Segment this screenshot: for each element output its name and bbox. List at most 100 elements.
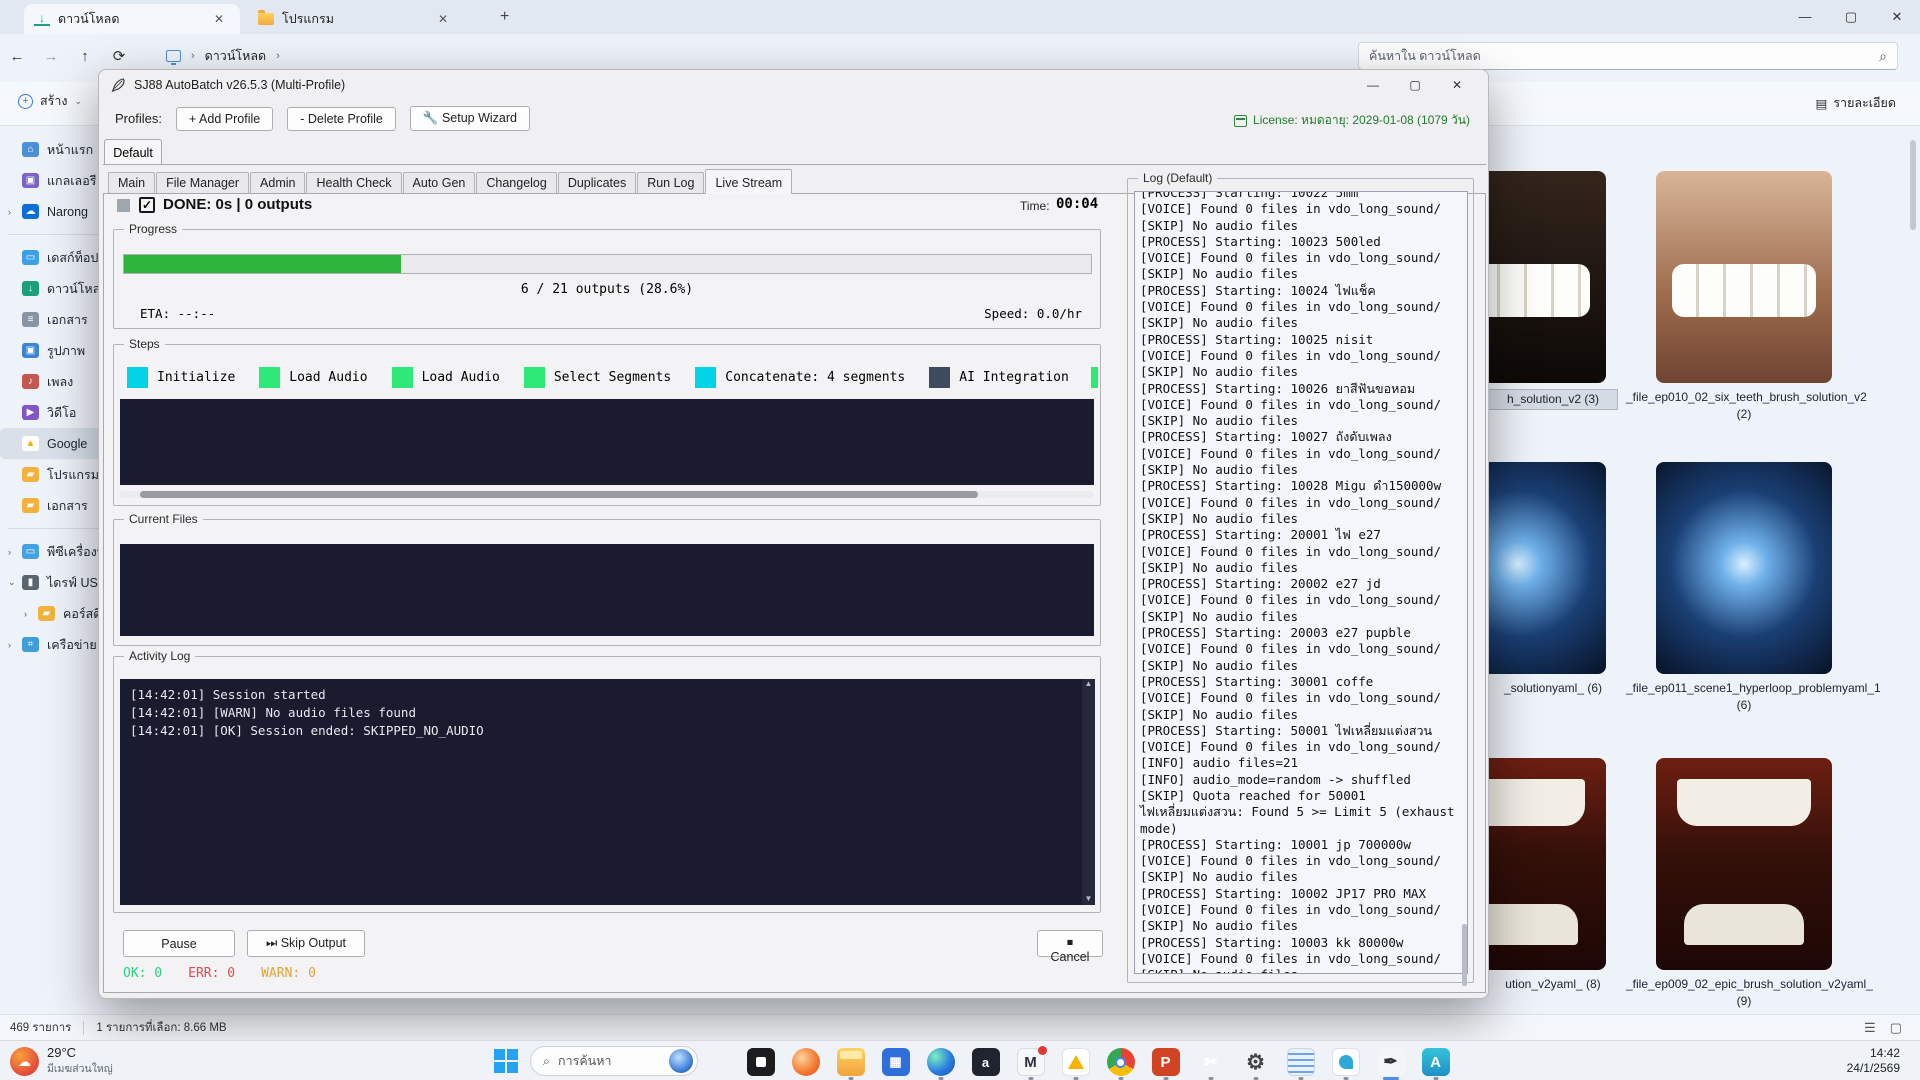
start-button[interactable]: [494, 1049, 518, 1073]
explorer-search-input[interactable]: ค้นหาใน ดาวน์โหลด ⌕: [1358, 42, 1898, 70]
photos-icon[interactable]: [747, 1048, 775, 1076]
file-explorer-icon[interactable]: [837, 1048, 865, 1076]
scrollbar-thumb[interactable]: [140, 491, 978, 498]
sidebar-item-this-pc[interactable]: ›▭พีซีเครื่องนี้: [0, 536, 114, 567]
close-icon[interactable]: ✕: [432, 10, 454, 28]
sidebar-item-network[interactable]: ›⌗เครือข่าย: [0, 629, 114, 660]
autobatch-title-bar[interactable]: SJ88 AutoBatch v26.5.3 (Multi-Profile) —…: [99, 70, 1488, 100]
taskbar-search[interactable]: ⌕ การค้นหา: [530, 1046, 698, 1076]
steps-h-scrollbar[interactable]: [120, 491, 1094, 498]
tab-file-manager[interactable]: File Manager: [156, 172, 249, 194]
breadcrumb[interactable]: › ดาวน์โหลด ›: [166, 46, 280, 66]
sidebar-item-gallery[interactable]: ▣แกลเลอรี: [0, 165, 114, 196]
file-label[interactable]: ution_v2yaml_ (8): [1488, 976, 1618, 993]
sidebar-item-onedrive[interactable]: ›☁Narong: [0, 196, 114, 227]
log-list[interactable]: [PROCESS] Starting: 10022 5mm[VOICE] Fou…: [1134, 191, 1468, 974]
file-label[interactable]: _solutionyaml_ (6): [1488, 680, 1618, 697]
sidebar-item-folder[interactable]: ▰โปรแกรม: [0, 459, 114, 490]
close-icon[interactable]: ✕: [208, 10, 230, 28]
file-label[interactable]: h_solution_v2 (3): [1488, 389, 1618, 410]
close-icon[interactable]: ✕: [1436, 70, 1478, 99]
mail-icon[interactable]: M: [1017, 1048, 1045, 1076]
log-scrollbar-thumb[interactable]: [1462, 924, 1467, 986]
tab-run-log[interactable]: Run Log: [637, 172, 704, 194]
file-label[interactable]: _file_ep009_02_epic_brush_solution_v2yam…: [1626, 976, 1862, 1010]
stop-icon[interactable]: [117, 199, 130, 212]
add-profile-button[interactable]: + Add Profile: [176, 107, 273, 131]
taskbar-icon-slot: ✄: [1188, 1043, 1233, 1080]
sidebar-item-folder[interactable]: ▰เอกสาร: [0, 490, 114, 521]
skip-output-button[interactable]: ⏭ Skip Output: [247, 930, 365, 957]
scroll-down-icon[interactable]: ▼: [1082, 894, 1095, 903]
details-view-button[interactable]: ▤ รายละเอียด: [1816, 93, 1896, 113]
cancel-button[interactable]: ⏹ Cancel: [1037, 930, 1103, 957]
minimize-icon[interactable]: —: [1782, 0, 1828, 33]
log-line: [VOICE] Found 0 files in vdo_long_sound/: [1140, 348, 1462, 364]
tab-admin[interactable]: Admin: [250, 172, 305, 194]
edge-icon[interactable]: [927, 1048, 955, 1076]
explorer-tab[interactable]: ↓ดาวน์โหลด✕: [24, 4, 240, 34]
tab-health-check[interactable]: Health Check: [306, 172, 401, 194]
large-view-icon[interactable]: ▢: [1890, 1020, 1902, 1036]
maximize-icon[interactable]: ▢: [1394, 70, 1436, 99]
sidebar-item-downloads[interactable]: ↓ดาวน์โหลด: [0, 273, 114, 304]
sidebar-item-label: เพลง: [47, 372, 73, 392]
notes-icon[interactable]: [1287, 1048, 1315, 1076]
weather-widget[interactable]: ☁ 29°C มีเมฆส่วนใหญ่: [10, 1045, 113, 1077]
forward-icon[interactable]: →: [34, 48, 68, 65]
breadcrumb-label[interactable]: ดาวน์โหลด: [205, 46, 266, 66]
taskbar-clock[interactable]: 14:42 24/1/2569: [1847, 1046, 1900, 1076]
sidebar-item-desktop[interactable]: ▭เดสก์ท็อป: [0, 242, 114, 273]
sidebar-item-pictures[interactable]: ▣รูปภาพ: [0, 335, 114, 366]
tab-auto-gen[interactable]: Auto Gen: [403, 172, 476, 194]
scroll-up-icon[interactable]: ▲: [1085, 679, 1093, 688]
google-drive-icon[interactable]: [1062, 1048, 1090, 1076]
anydesk-icon[interactable]: A: [1422, 1048, 1450, 1076]
profile-tab-default[interactable]: Default: [104, 139, 162, 165]
new-button[interactable]: + สร้าง ⌄: [18, 91, 82, 111]
new-tab-button[interactable]: +: [500, 8, 509, 26]
calculator-icon[interactable]: ▦: [882, 1048, 910, 1076]
file-label[interactable]: _file_ep010_02_six_teeth_brush_solution_…: [1626, 389, 1862, 423]
log-line: [VOICE] Found 0 files in vdo_long_sound/: [1140, 446, 1462, 462]
sidebar-item-home[interactable]: ⌂หน้าแรก: [0, 134, 114, 165]
done-checkbox[interactable]: ✓: [139, 197, 155, 213]
list-view-icon[interactable]: ☰: [1864, 1020, 1876, 1036]
sidebar-item-usb-drive[interactable]: ⌄▮ไดรฟ์ USB: [0, 567, 114, 598]
log-line: [VOICE] Found 0 files in vdo_long_sound/: [1140, 250, 1462, 266]
setup-wizard-button[interactable]: 🔧 Setup Wizard: [410, 106, 530, 131]
sidebar-item-videos[interactable]: ▶วิดีโอ: [0, 397, 114, 428]
explorer-scrollbar[interactable]: [1910, 140, 1916, 230]
close-icon[interactable]: ✕: [1874, 0, 1920, 33]
file-thumbnail[interactable]: [1656, 462, 1832, 674]
tab-live-stream[interactable]: Live Stream: [705, 169, 792, 194]
chrome-icon[interactable]: [1107, 1048, 1135, 1076]
explorer-tab[interactable]: โปรแกรม✕: [248, 4, 464, 34]
maximize-icon[interactable]: ▢: [1828, 0, 1874, 33]
powerpoint-icon[interactable]: P: [1152, 1048, 1180, 1076]
activity-log-scrollbar[interactable]: ▲▼: [1082, 679, 1095, 905]
refresh-icon[interactable]: ⟳: [102, 47, 136, 65]
sidebar-item-google-drive[interactable]: ▲Google: [0, 428, 114, 459]
sidebar-item-music[interactable]: ♪เพลง: [0, 366, 114, 397]
settings-icon[interactable]: ⚙: [1242, 1048, 1270, 1076]
pause-button[interactable]: Pause: [123, 930, 235, 957]
snipping-tool-icon[interactable]: ✄: [1197, 1048, 1225, 1076]
delete-profile-button[interactable]: - Delete Profile: [287, 107, 396, 131]
back-icon[interactable]: ←: [0, 48, 34, 65]
tab-changelog[interactable]: Changelog: [476, 172, 556, 194]
tab-main[interactable]: Main: [108, 172, 155, 194]
dark-app-icon[interactable]: a: [972, 1048, 1000, 1076]
log-line: [SKIP] No audio files: [1140, 918, 1462, 934]
paint-icon[interactable]: [1332, 1048, 1360, 1076]
minimize-icon[interactable]: —: [1352, 70, 1394, 99]
copilot-icon[interactable]: [792, 1048, 820, 1076]
file-label[interactable]: _file_ep011_scene1_hyperloop_problemyaml…: [1626, 680, 1862, 714]
file-thumbnail[interactable]: [1656, 171, 1832, 383]
file-thumbnail[interactable]: [1656, 758, 1832, 970]
tab-duplicates[interactable]: Duplicates: [558, 172, 636, 194]
sidebar-item-documents[interactable]: ≡เอกสาร: [0, 304, 114, 335]
up-icon[interactable]: ↑: [68, 48, 102, 65]
sidebar-item-folder[interactable]: ›▰คอร์สตี: [0, 598, 114, 629]
autobatch-feather-icon[interactable]: ✒: [1377, 1048, 1405, 1076]
